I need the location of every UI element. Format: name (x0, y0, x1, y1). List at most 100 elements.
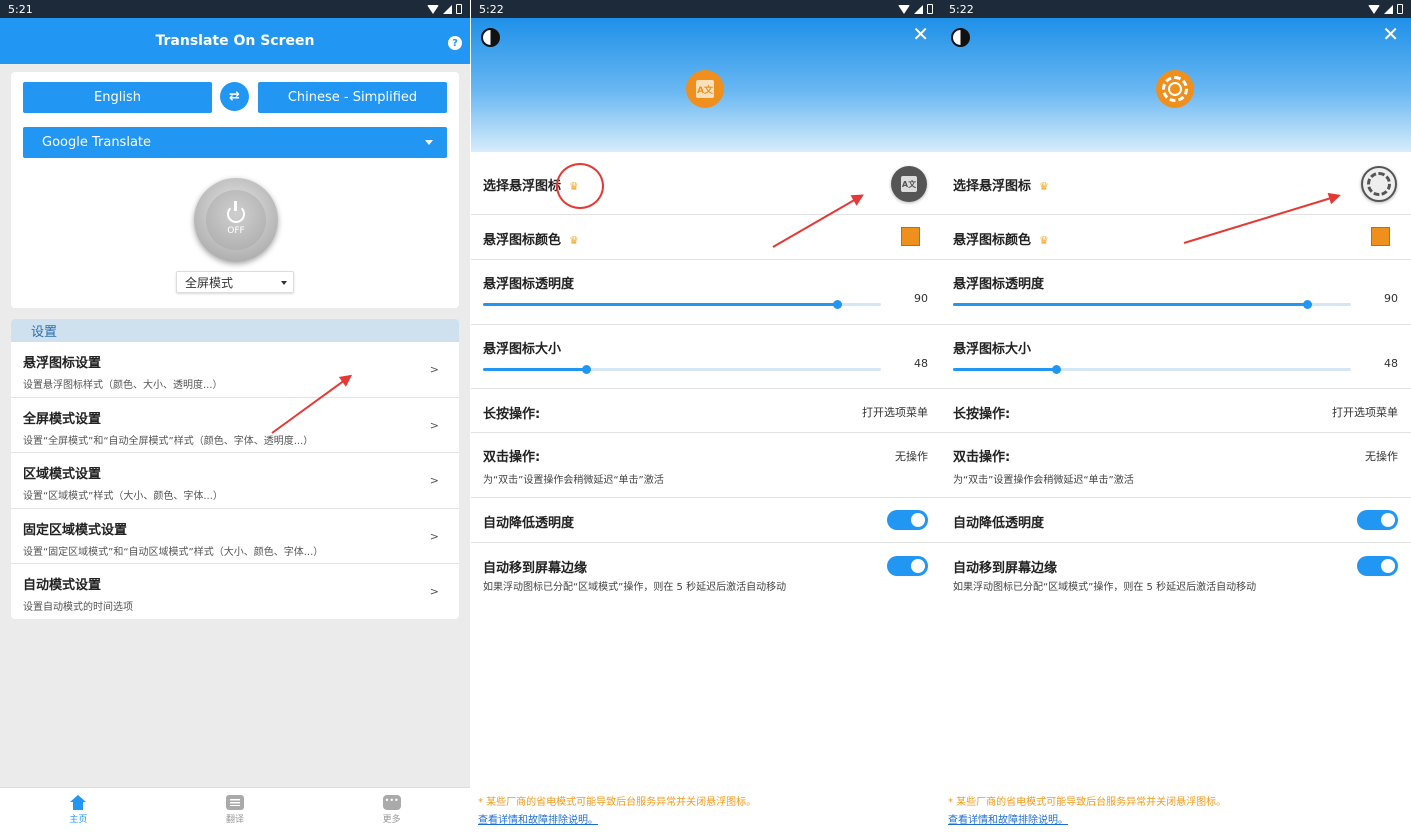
long-press-row[interactable]: 长按操作: 打开选项菜单 (941, 389, 1411, 433)
nav-home[interactable]: 主页 (0, 788, 157, 832)
auto-edge-toggle[interactable] (1357, 556, 1398, 576)
floating-icon-settings-translate: 5:22 ✕ A文 选择悬浮图标 ♛ A文 悬浮图标颜色 ♛ 悬浮图标透明度 90 … (471, 0, 941, 832)
size-slider[interactable] (483, 365, 881, 374)
row-label: 自动移到屏幕边缘 (953, 561, 1058, 576)
source-language-button[interactable]: English (23, 82, 212, 113)
long-press-value: 打开选项菜单 (862, 406, 928, 419)
preview-header: ✕ A文 (471, 18, 941, 152)
auto-opacity-toggle[interactable] (1357, 510, 1398, 530)
contrast-icon[interactable] (481, 28, 500, 47)
contrast-icon[interactable] (951, 28, 970, 47)
floating-icon-settings-gear: 5:22 ✕ 选择悬浮图标 ♛ 悬浮图标颜色 ♛ 悬浮图标透明度 90 悬浮图标大小… (941, 0, 1411, 832)
nav-label: 主页 (69, 815, 88, 825)
row-label: 双击操作: (483, 450, 541, 465)
wifi-icon (427, 4, 439, 14)
floating-icon-preview (1156, 70, 1194, 108)
nav-more[interactable]: 更多 (313, 788, 470, 832)
close-icon[interactable]: ✕ (1382, 24, 1399, 44)
row-label: 悬浮图标颜色 (483, 233, 562, 248)
icon-color-swatch[interactable] (901, 227, 920, 246)
help-icon[interactable]: ? (448, 36, 462, 50)
auto-opacity-row: 自动降低透明度 (941, 498, 1411, 543)
auto-edge-toggle[interactable] (887, 556, 928, 576)
target-language-button[interactable]: Chinese - Simplified (258, 82, 447, 113)
choose-icon-row[interactable]: 选择悬浮图标 ♛ A文 (471, 152, 941, 215)
status-time: 5:21 (8, 2, 33, 16)
setting-region-mode[interactable]: 区域模式设置 设置“区域模式”样式（大小、颜色、字体...） > (11, 453, 459, 509)
battery-icon (1397, 4, 1403, 14)
swap-languages-icon[interactable]: ⇄ (220, 82, 249, 111)
opacity-value: 90 (1384, 292, 1398, 305)
double-tap-value: 无操作 (895, 450, 928, 463)
icon-color-swatch[interactable] (1371, 227, 1390, 246)
row-label: 自动移到屏幕边缘 (483, 561, 588, 576)
row-label: 悬浮图标大小 (483, 342, 562, 357)
selected-floating-icon[interactable]: A文 (891, 166, 927, 202)
choose-icon-row[interactable]: 选择悬浮图标 ♛ (941, 152, 1411, 215)
slider-thumb[interactable] (1052, 365, 1062, 374)
footer-link[interactable]: 查看详情和故障排除说明。 (478, 811, 598, 826)
opacity-row: 悬浮图标透明度 90 (471, 260, 941, 325)
slider-thumb[interactable] (582, 365, 592, 374)
auto-opacity-toggle[interactable] (887, 510, 928, 530)
chevron-right-icon: > (429, 418, 439, 432)
footer-link[interactable]: 查看详情和故障排除说明。 (948, 811, 1068, 826)
opacity-slider[interactable] (953, 300, 1351, 309)
selected-floating-icon[interactable] (1361, 166, 1397, 202)
slider-thumb[interactable] (833, 300, 843, 309)
main-screen: 5:21 Translate On Screen ? English ⇄ Chi… (0, 0, 470, 832)
nav-translate[interactable]: 翻译 (157, 788, 314, 832)
setting-floating-icon[interactable]: 悬浮图标设置 设置悬浮图标样式（颜色、大小、透明度...） > (11, 342, 459, 398)
row-label: 自动降低透明度 (483, 516, 575, 531)
row-label: 悬浮图标透明度 (483, 277, 575, 292)
crown-icon: ♛ (1039, 234, 1049, 247)
row-label: 悬浮图标大小 (953, 342, 1032, 357)
status-bar: 5:22 (471, 0, 941, 18)
wifi-icon (898, 4, 910, 14)
home-icon (69, 795, 87, 810)
opacity-slider[interactable] (483, 300, 881, 309)
close-icon[interactable]: ✕ (912, 24, 929, 44)
setting-subtitle: 设置“区域模式”样式（大小、颜色、字体...） (23, 491, 223, 502)
setting-title: 自动模式设置 (23, 578, 102, 593)
footer-warning: * 某些厂商的省电模式可能导致后台服务异常并关闭悬浮图标。 (478, 797, 757, 808)
settings-header: 设置 (11, 319, 459, 342)
status-time: 5:22 (479, 2, 504, 16)
row-note: 为“双击”设置操作会稍微延迟“单击”激活 (953, 475, 1134, 486)
chevron-right-icon: > (429, 585, 439, 598)
setting-title: 区域模式设置 (23, 467, 102, 482)
translate-icon: A文 (901, 176, 917, 192)
mode-select[interactable]: 全屏模式 (176, 271, 294, 293)
setting-auto-mode[interactable]: 自动模式设置 设置自动模式的时间选项 > (11, 564, 459, 619)
settings-card: 设置 悬浮图标设置 设置悬浮图标样式（颜色、大小、透明度...） > 全屏模式设… (11, 319, 459, 619)
row-label: 长按操作: (953, 407, 1011, 422)
setting-title: 悬浮图标设置 (23, 356, 102, 371)
double-tap-row[interactable]: 双击操作: 无操作 为“双击”设置操作会稍微延迟“单击”激活 (941, 433, 1411, 498)
double-tap-row[interactable]: 双击操作: 无操作 为“双击”设置操作会稍微延迟“单击”激活 (471, 433, 941, 498)
floating-icon-preview: A文 (686, 70, 724, 108)
bottom-nav: 主页 翻译 更多 (0, 787, 470, 832)
power-button[interactable]: OFF (194, 178, 278, 262)
setting-subtitle: 设置自动模式的时间选项 (23, 602, 133, 613)
double-tap-value: 无操作 (1365, 450, 1398, 463)
list-icon (226, 795, 244, 810)
slider-thumb[interactable] (1303, 300, 1313, 309)
translate-card: English ⇄ Chinese - Simplified Google Tr… (11, 72, 459, 308)
size-value: 48 (1384, 357, 1398, 370)
row-note: 如果浮动图标已分配“区域模式”操作，则在 5 秒延迟后激活自动移动 (483, 582, 787, 593)
size-slider[interactable] (953, 365, 1351, 374)
icon-color-row[interactable]: 悬浮图标颜色 ♛ (941, 215, 1411, 260)
chevron-right-icon: > (429, 474, 439, 487)
long-press-row[interactable]: 长按操作: 打开选项菜单 (471, 389, 941, 433)
row-label: 长按操作: (483, 407, 541, 422)
setting-fullscreen-mode[interactable]: 全屏模式设置 设置“全屏模式”和“自动全屏模式”样式（颜色、字体、透明度...）… (11, 398, 459, 453)
setting-fixed-region-mode[interactable]: 固定区域模式设置 设置“固定区域模式”和“自动区域模式”样式（大小、颜色、字体.… (11, 509, 459, 564)
icon-color-row[interactable]: 悬浮图标颜色 ♛ (471, 215, 941, 260)
row-label: 悬浮图标透明度 (953, 277, 1045, 292)
engine-dropdown[interactable]: Google Translate (23, 127, 447, 158)
size-value: 48 (914, 357, 928, 370)
auto-edge-row: 自动移到屏幕边缘 如果浮动图标已分配“区域模式”操作，则在 5 秒延迟后激活自动… (941, 543, 1411, 601)
battery-icon (927, 4, 933, 14)
nav-label: 更多 (382, 815, 401, 825)
row-label: 悬浮图标颜色 (953, 233, 1032, 248)
